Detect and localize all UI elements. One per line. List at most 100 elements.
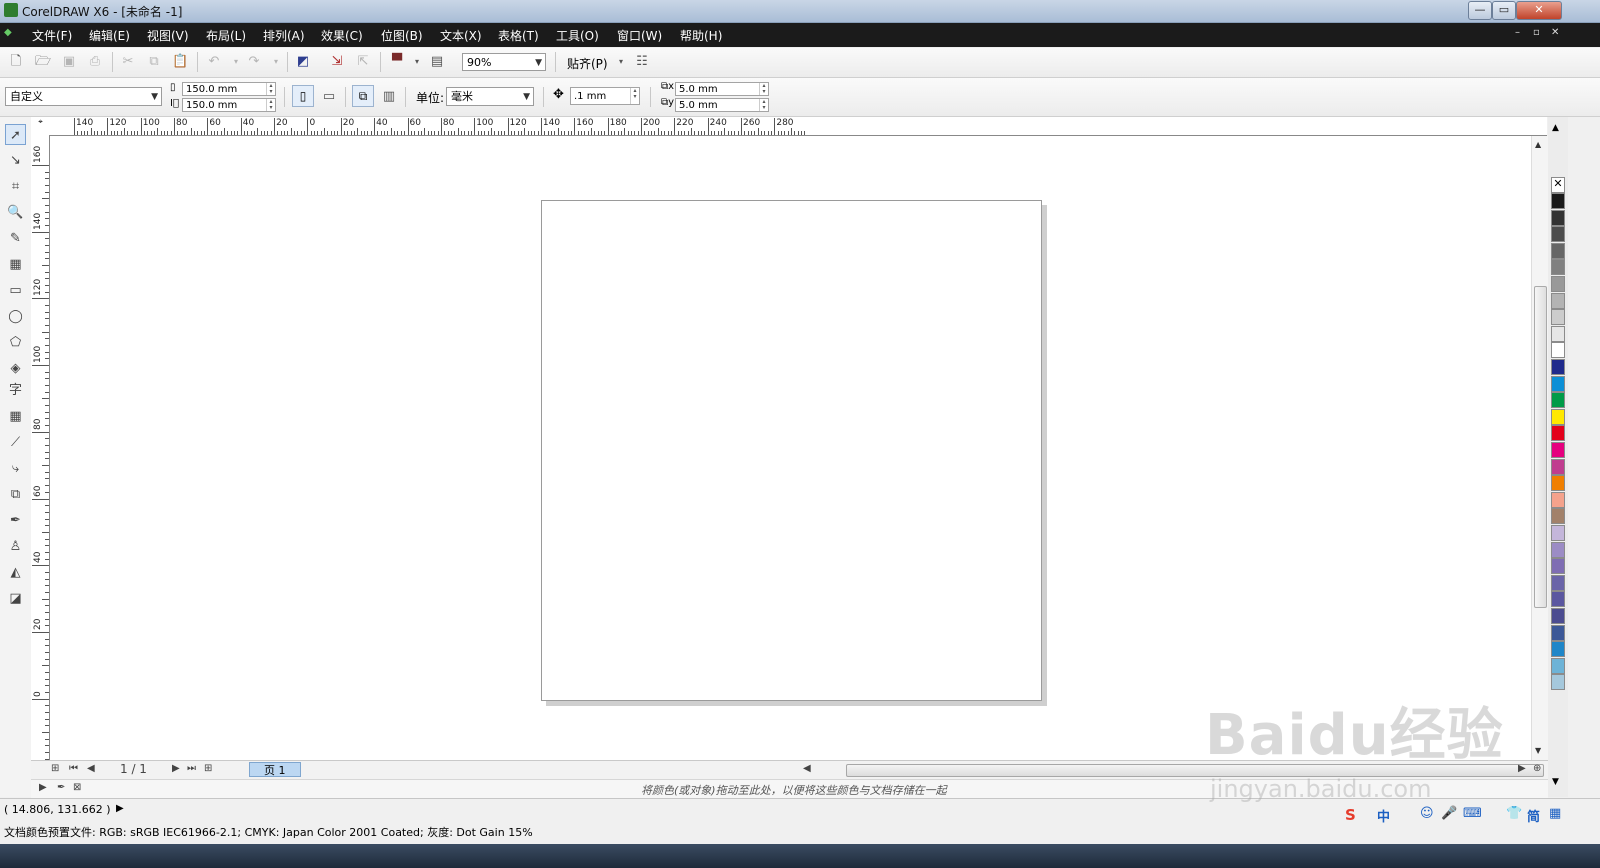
connector-tool[interactable]: ⤷ — [5, 458, 26, 479]
vertical-scrollbar[interactable]: ▲ ▼ — [1531, 136, 1548, 760]
color-swatch[interactable] — [1551, 442, 1565, 458]
color-swatch[interactable] — [1551, 276, 1565, 292]
dimension-tool[interactable]: ⟋ — [5, 432, 26, 453]
menu-bitmaps[interactable]: 位图(B) — [381, 27, 423, 44]
ime-chinese-mode[interactable]: 中 — [1377, 806, 1390, 825]
color-swatch[interactable] — [1551, 624, 1565, 641]
status-expand-icon[interactable]: ▶ — [116, 803, 124, 814]
blend-tool[interactable]: ⧉ — [5, 484, 26, 505]
ellipse-tool[interactable]: ◯ — [5, 306, 26, 327]
ruler-origin[interactable]: ⌖ — [31, 117, 51, 136]
shape-tool[interactable]: ↘ — [5, 150, 26, 171]
outline-pen-tool[interactable]: ♙ — [5, 536, 26, 557]
launcher-dropdown-icon[interactable]: ▾ — [409, 54, 425, 70]
color-swatch[interactable] — [1551, 458, 1565, 475]
copy-icon[interactable]: ⧉ — [146, 54, 162, 70]
menu-arrange[interactable]: 排列(A) — [263, 27, 305, 44]
spin-arrows-icon[interactable]: ▴ ▾ — [266, 99, 275, 111]
zoom-tool[interactable]: 🔍 — [5, 202, 26, 223]
palette-scroll-up-icon[interactable]: ▲ — [1552, 123, 1559, 133]
color-swatch[interactable] — [1551, 342, 1565, 359]
ime-toolbox-icon[interactable]: ▦ — [1549, 806, 1561, 821]
color-swatch[interactable] — [1551, 558, 1565, 575]
menu-help[interactable]: 帮助(H) — [680, 27, 722, 44]
search-content-icon[interactable]: ◩ — [295, 54, 311, 70]
color-swatch[interactable] — [1551, 226, 1565, 243]
doc-close-icon[interactable]: ✕ — [1551, 27, 1559, 38]
previous-page-icon[interactable]: ◀ — [87, 763, 95, 774]
drawing-page[interactable] — [541, 200, 1042, 701]
snap-to-button[interactable]: 贴齐(P) — [567, 55, 608, 72]
color-swatch[interactable] — [1551, 375, 1565, 392]
nudge-distance-field[interactable]: .1 mm ▴ ▾ — [570, 87, 640, 105]
welcome-screen-icon[interactable]: ▤ — [429, 54, 445, 70]
options-icon[interactable]: ☷ — [634, 54, 650, 70]
doc-restore-icon[interactable]: ▫ — [1533, 27, 1540, 38]
color-swatch[interactable] — [1551, 657, 1565, 674]
polygon-tool[interactable]: ⬠ — [5, 332, 26, 353]
color-swatch[interactable] — [1551, 309, 1565, 326]
menu-view[interactable]: 视图(V) — [147, 27, 189, 44]
zoom-levels-select[interactable]: 90% ▼ — [462, 53, 546, 71]
application-launcher-icon[interactable]: ▀ — [389, 54, 405, 70]
duplicate-distance-y-field[interactable]: 5.0 mm ▴ ▾ — [675, 98, 769, 112]
sogou-ime-icon[interactable]: S — [1345, 806, 1356, 824]
color-swatch[interactable] — [1551, 408, 1565, 425]
snap-dropdown-icon[interactable]: ▾ — [613, 54, 629, 70]
scroll-up-icon[interactable]: ▲ — [1535, 140, 1541, 149]
vertical-ruler[interactable]: 160 140 120 100 80 60 40 20 0 — [31, 135, 50, 760]
color-profile-info[interactable]: 文档颜色预置文件: RGB: sRGB IEC61966-2.1; CMYK: … — [4, 824, 533, 840]
color-swatch[interactable] — [1551, 392, 1565, 409]
scroll-left-icon[interactable]: ◀ — [803, 763, 811, 774]
scroll-right-icon[interactable]: ▶ — [1518, 763, 1526, 774]
freehand-tool[interactable]: ✎ — [5, 228, 26, 249]
page-height-field[interactable]: 150.0 mm ▴ ▾ — [182, 98, 276, 112]
palette-menu-icon[interactable]: ▶ — [39, 782, 47, 793]
current-page-button[interactable]: ▥ — [381, 89, 397, 105]
maximize-button[interactable]: ▭ — [1492, 1, 1516, 20]
color-swatch[interactable] — [1551, 292, 1565, 309]
page-size-select[interactable]: 自定义 ▼ — [5, 87, 162, 106]
spin-arrows-icon[interactable]: ▴ ▾ — [266, 83, 275, 95]
vertical-scroll-thumb[interactable] — [1534, 286, 1547, 608]
save-icon[interactable]: ▣ — [61, 54, 77, 70]
color-swatch[interactable] — [1551, 508, 1565, 525]
ime-skin-icon[interactable]: 👕 — [1506, 806, 1522, 821]
color-swatch[interactable] — [1551, 574, 1565, 591]
ime-simplified-mode[interactable]: 简 — [1527, 806, 1540, 825]
navigator-zoom-icon[interactable]: ⊕ — [1533, 763, 1541, 774]
text-tool[interactable]: 字 — [5, 380, 26, 401]
no-color-swatch[interactable]: ✕ — [1551, 177, 1565, 193]
pick-tool[interactable]: ➚ — [5, 124, 26, 145]
menu-window[interactable]: 窗口(W) — [617, 27, 662, 44]
palette-scroll-down-icon[interactable]: ▼ — [1552, 777, 1559, 787]
undo-dropdown-icon[interactable]: ▾ — [228, 54, 244, 70]
spin-arrows-icon[interactable]: ▴ ▾ — [630, 88, 639, 104]
menu-edit[interactable]: 编辑(E) — [89, 27, 130, 44]
doc-minimize-icon[interactable]: – — [1515, 27, 1520, 38]
scroll-down-icon[interactable]: ▼ — [1535, 746, 1541, 755]
next-page-icon[interactable]: ▶ — [172, 763, 180, 774]
redo-dropdown-icon[interactable]: ▾ — [268, 54, 284, 70]
undo-icon[interactable]: ↶ — [206, 54, 222, 70]
color-swatch[interactable] — [1551, 674, 1565, 691]
add-page-before-icon[interactable]: ⊞ — [51, 763, 59, 774]
color-swatch[interactable] — [1551, 608, 1565, 624]
color-swatch[interactable] — [1551, 209, 1565, 226]
color-swatch[interactable] — [1551, 475, 1565, 492]
interactive-fill-tool[interactable]: ◪ — [5, 588, 26, 609]
rectangle-tool[interactable]: ▭ — [5, 280, 26, 301]
table-tool[interactable]: ▦ — [5, 406, 26, 427]
first-page-icon[interactable]: ⏮ — [69, 763, 78, 774]
color-swatch[interactable] — [1551, 193, 1565, 209]
add-page-after-icon[interactable]: ⊞ — [204, 763, 212, 774]
export-icon[interactable]: ⇱ — [355, 54, 371, 70]
page-tab[interactable]: 页 1 — [249, 762, 301, 777]
basic-shapes-tool[interactable]: ◈ — [5, 358, 26, 379]
ime-keyboard-icon[interactable]: ⌨ — [1463, 806, 1482, 821]
color-swatch[interactable] — [1551, 259, 1565, 276]
color-swatch[interactable] — [1551, 242, 1565, 259]
portrait-button[interactable]: ▯ — [292, 85, 314, 107]
color-swatch[interactable] — [1551, 491, 1565, 508]
eyedropper-tool[interactable]: ✒ — [5, 510, 26, 531]
